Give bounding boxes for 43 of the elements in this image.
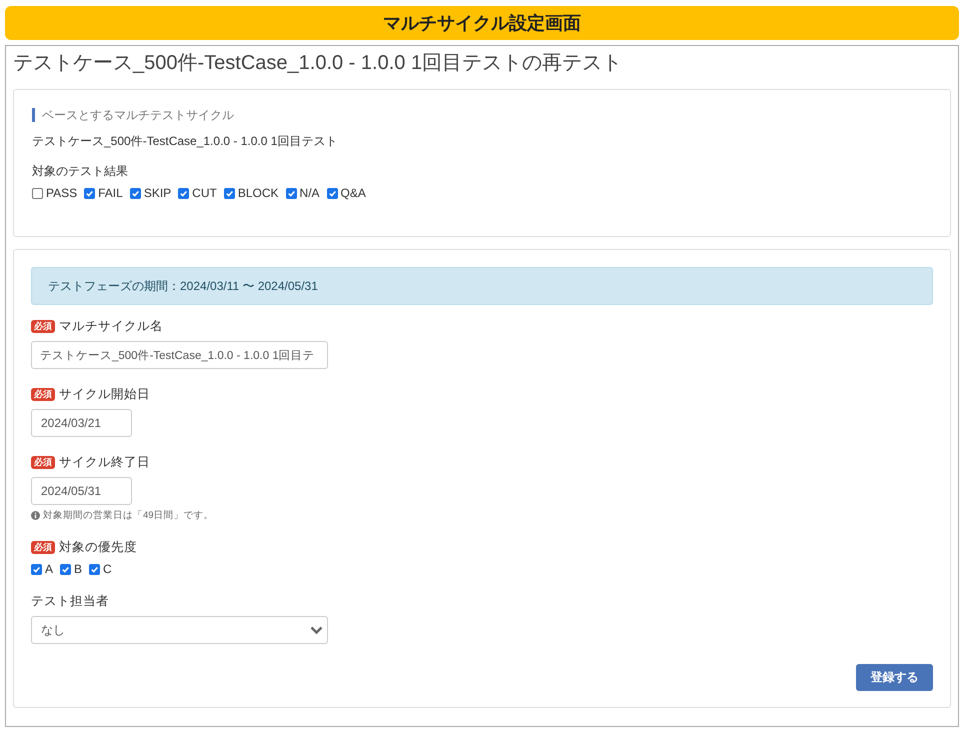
checkbox[interactable] xyxy=(178,188,190,198)
field-label: サイクル開始日 xyxy=(59,386,150,403)
field-label: サイクル終了日 xyxy=(59,454,150,471)
field-label: 対象のテスト結果 xyxy=(32,163,129,180)
required-badge: 必須 xyxy=(31,388,55,401)
date-field[interactable]: 2024/03/21 xyxy=(31,409,132,437)
checkbox-label: A xyxy=(45,562,54,576)
checkbox-label: CUT xyxy=(192,186,217,200)
checkbox[interactable] xyxy=(286,188,297,198)
checkbox[interactable] xyxy=(84,188,96,198)
checkbox-label: FAIL xyxy=(98,186,123,200)
chevron-down-icon xyxy=(310,626,323,634)
checkbox-label: N/A xyxy=(300,186,320,200)
help-text: 対象期間の営業日は「49日間」です。 xyxy=(43,509,214,522)
info-icon xyxy=(31,511,40,520)
checkbox[interactable] xyxy=(130,188,141,198)
checkbox[interactable] xyxy=(31,564,42,574)
field-label: マルチサイクル名 xyxy=(59,318,163,335)
checkbox[interactable] xyxy=(60,564,72,574)
required-badge: 必須 xyxy=(31,541,55,554)
page-title: テストケース_500件-TestCase_1.0.0 - 1.0.0 1回目テストの再テスト xyxy=(13,51,624,75)
checkbox[interactable] xyxy=(89,564,100,574)
base-cycle-name: テストケース_500件-TestCase_1.0.0 - 1.0.0 1回目テスト xyxy=(32,133,338,150)
page-header: マルチサイクル設定画面 xyxy=(5,6,959,40)
field-label: テスト担当者 xyxy=(31,593,109,610)
checkbox-label: Q&A xyxy=(340,186,366,200)
select-field[interactable]: なし xyxy=(31,616,328,644)
field-label: 対象の優先度 xyxy=(59,539,137,556)
checkbox-label: PASS xyxy=(46,186,78,200)
section-heading: ベースとするマルチテストサイクル xyxy=(32,108,234,122)
checkbox[interactable] xyxy=(32,188,43,198)
checkbox-label: BLOCK xyxy=(238,186,279,200)
date-field[interactable]: 2024/05/31 xyxy=(31,477,132,505)
required-badge: 必須 xyxy=(31,320,55,333)
checkbox-label: B xyxy=(74,562,82,576)
required-badge: 必須 xyxy=(31,456,55,469)
checkbox[interactable] xyxy=(224,188,235,198)
register-button[interactable]: 登録する xyxy=(856,664,933,691)
info-banner: テストフェーズの期間：2024/03/11 〜 2024/05/31 xyxy=(31,267,933,305)
input-field[interactable]: テストケース_500件-TestCase_1.0.0 - 1.0.0 1回目テ xyxy=(31,341,328,369)
checkbox[interactable] xyxy=(326,188,338,198)
checkbox-label: SKIP xyxy=(144,186,172,200)
checkbox-label: C xyxy=(103,562,112,576)
